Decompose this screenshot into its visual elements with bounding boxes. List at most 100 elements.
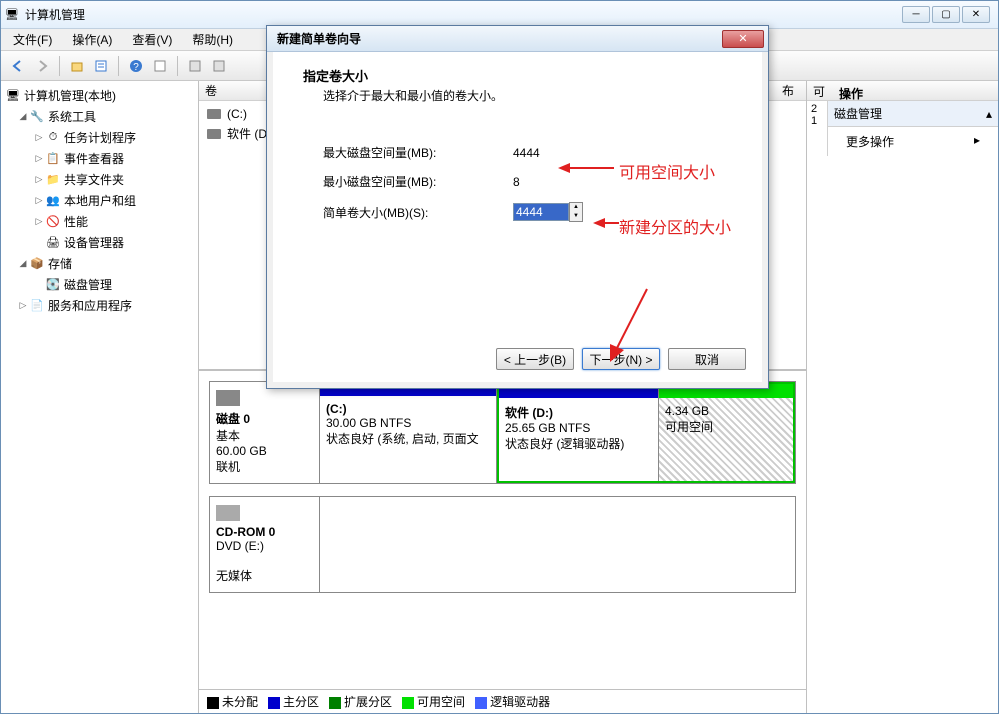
legend: 未分配 主分区 扩展分区 可用空间 逻辑驱动器	[199, 689, 806, 713]
legend-unalloc-swatch	[207, 697, 219, 709]
cdrom-type: DVD (E:)	[216, 539, 264, 553]
volume-size-input[interactable]	[513, 203, 569, 221]
cdrom-icon	[216, 505, 240, 521]
tree-label: 事件查看器	[64, 150, 124, 167]
legend-logical: 逻辑驱动器	[490, 695, 550, 709]
extended-partition: 软件 (D:) 25.65 GB NTFS 状态良好 (逻辑驱动器) 4.34 …	[497, 382, 795, 483]
part-label: 软件 (D:)	[505, 406, 553, 420]
actions-panel: 可 操作 2 1 磁盘管理 ▴ 更多操作 ▸	[806, 81, 998, 713]
tree-root-label: 计算机管理(本地)	[24, 87, 116, 104]
cancel-button[interactable]: 取消	[668, 348, 746, 370]
expander-icon[interactable]: ▷	[33, 132, 45, 143]
partition-c[interactable]: (C:) 30.00 GB NTFS 状态良好 (系统, 启动, 页面文	[320, 382, 497, 483]
max-space-value: 4444	[513, 146, 573, 160]
expander-icon[interactable]: ◢	[17, 111, 29, 122]
expander-icon[interactable]: ▷	[33, 195, 45, 206]
back-button[interactable]: < 上一步(B)	[496, 348, 574, 370]
disk-0-label: 磁盘 0 基本 60.00 GB 联机	[210, 382, 320, 483]
tree-label: 性能	[64, 213, 88, 230]
col-volume[interactable]: 卷	[205, 82, 257, 99]
menu-action[interactable]: 操作(A)	[68, 29, 116, 50]
expander-icon[interactable]: ◢	[17, 258, 29, 269]
partition-d[interactable]: 软件 (D:) 25.65 GB NTFS 状态良好 (逻辑驱动器)	[499, 384, 659, 481]
tree-device-manager[interactable]: 设备管理器	[1, 232, 198, 253]
col-available[interactable]: 可	[813, 83, 833, 98]
dialog-close-button[interactable]: ✕	[722, 30, 764, 48]
legend-extended-swatch	[329, 697, 341, 709]
menu-file[interactable]: 文件(F)	[9, 29, 56, 50]
tree-performance[interactable]: ▷ 性能	[1, 211, 198, 232]
storage-icon	[29, 256, 45, 272]
legend-unalloc: 未分配	[222, 695, 258, 709]
min-space-value: 8	[513, 175, 573, 189]
properties-button[interactable]	[90, 55, 112, 77]
next-button[interactable]: 下一步(N) >	[582, 348, 660, 370]
expander-icon	[33, 238, 45, 248]
expander-icon[interactable]: ▷	[33, 174, 45, 185]
expander-icon[interactable]: ▷	[17, 300, 29, 311]
event-icon	[45, 151, 61, 167]
actions-sub[interactable]: 磁盘管理 ▴	[828, 101, 998, 127]
menu-view[interactable]: 查看(V)	[128, 29, 176, 50]
disk-size: 60.00 GB	[216, 444, 267, 458]
disk-0-row[interactable]: 磁盘 0 基本 60.00 GB 联机 (C:) 30.00 GB NTFS 状…	[209, 381, 796, 484]
tools-icon	[29, 109, 45, 125]
cdrom-status: 无媒体	[216, 569, 252, 583]
window-title: 计算机管理	[25, 6, 902, 23]
disk-name: 磁盘 0	[216, 412, 250, 426]
min-space-label: 最小磁盘空间量(MB):	[323, 173, 513, 190]
tree-label: 任务计划程序	[64, 129, 136, 146]
tree-root[interactable]: 计算机管理(本地)	[1, 85, 198, 106]
tree-disk-management[interactable]: 磁盘管理	[1, 274, 198, 295]
tree-storage[interactable]: ◢ 存储	[1, 253, 198, 274]
tree-local-users[interactable]: ▷ 本地用户和组	[1, 190, 198, 211]
disk-graphic-area[interactable]: 磁盘 0 基本 60.00 GB 联机 (C:) 30.00 GB NTFS 状…	[199, 371, 806, 689]
tool-1[interactable]	[184, 55, 206, 77]
tree-panel[interactable]: 计算机管理(本地) ◢ 系统工具 ▷ 任务计划程序 ▷ 事件查看器 ▷ 共享文件…	[1, 81, 199, 713]
part-size: 30.00 GB NTFS	[326, 416, 411, 430]
tree-label: 系统工具	[48, 108, 96, 125]
dialog-title-bar[interactable]: 新建简单卷向导 ✕	[267, 26, 768, 52]
tree-services-apps[interactable]: ▷ 服务和应用程序	[1, 295, 198, 316]
cdrom-row[interactable]: CD-ROM 0 DVD (E:) 无媒体	[209, 496, 796, 593]
expander-icon	[33, 280, 45, 290]
actions-header: 操作	[833, 83, 992, 103]
part-label: (C:)	[326, 402, 347, 416]
tree-task-scheduler[interactable]: ▷ 任务计划程序	[1, 127, 198, 148]
actions-more[interactable]: 更多操作 ▸	[828, 127, 998, 156]
tool-2[interactable]	[208, 55, 230, 77]
part-status: 状态良好 (逻辑驱动器)	[505, 437, 624, 451]
max-space-label: 最大磁盘空间量(MB):	[323, 144, 513, 161]
back-button[interactable]	[7, 55, 29, 77]
part-status: 可用空间	[665, 420, 713, 434]
partition-free[interactable]: 4.34 GB 可用空间	[659, 384, 793, 481]
tree-system-tools[interactable]: ◢ 系统工具	[1, 106, 198, 127]
spinner-up-icon[interactable]: ▲	[570, 203, 582, 212]
share-icon	[45, 172, 61, 188]
volume-label: (C:)	[227, 107, 247, 121]
refresh-button[interactable]	[149, 55, 171, 77]
tree-event-viewer[interactable]: ▷ 事件查看器	[1, 148, 198, 169]
legend-primary-swatch	[268, 697, 280, 709]
tree-label: 磁盘管理	[64, 276, 112, 293]
volume-label: 软件 (D	[227, 125, 267, 142]
part-size: 4.34 GB	[665, 404, 709, 418]
minimize-button[interactable]: ─	[902, 6, 930, 23]
col-layout[interactable]: 布	[782, 82, 806, 99]
collapse-icon: ▴	[986, 107, 992, 121]
up-button[interactable]	[66, 55, 88, 77]
tree-shared-folders[interactable]: ▷ 共享文件夹	[1, 169, 198, 190]
help-button[interactable]: ?	[125, 55, 147, 77]
expander-icon[interactable]: ▷	[33, 153, 45, 164]
menu-help[interactable]: 帮助(H)	[188, 29, 237, 50]
expander-icon[interactable]: ▷	[33, 216, 45, 227]
maximize-button[interactable]: ▢	[932, 6, 960, 23]
close-button[interactable]: ✕	[962, 6, 990, 23]
cdrom-name: CD-ROM 0	[216, 525, 275, 539]
spinner-down-icon[interactable]: ▼	[570, 212, 582, 221]
dialog-subheading: 选择介于最大和最小值的卷大小。	[323, 87, 742, 104]
forward-button[interactable]	[31, 55, 53, 77]
vol-d-avail: 1	[811, 115, 823, 127]
size-spinner[interactable]: ▲▼	[569, 202, 583, 222]
tree-label: 存储	[48, 255, 72, 272]
